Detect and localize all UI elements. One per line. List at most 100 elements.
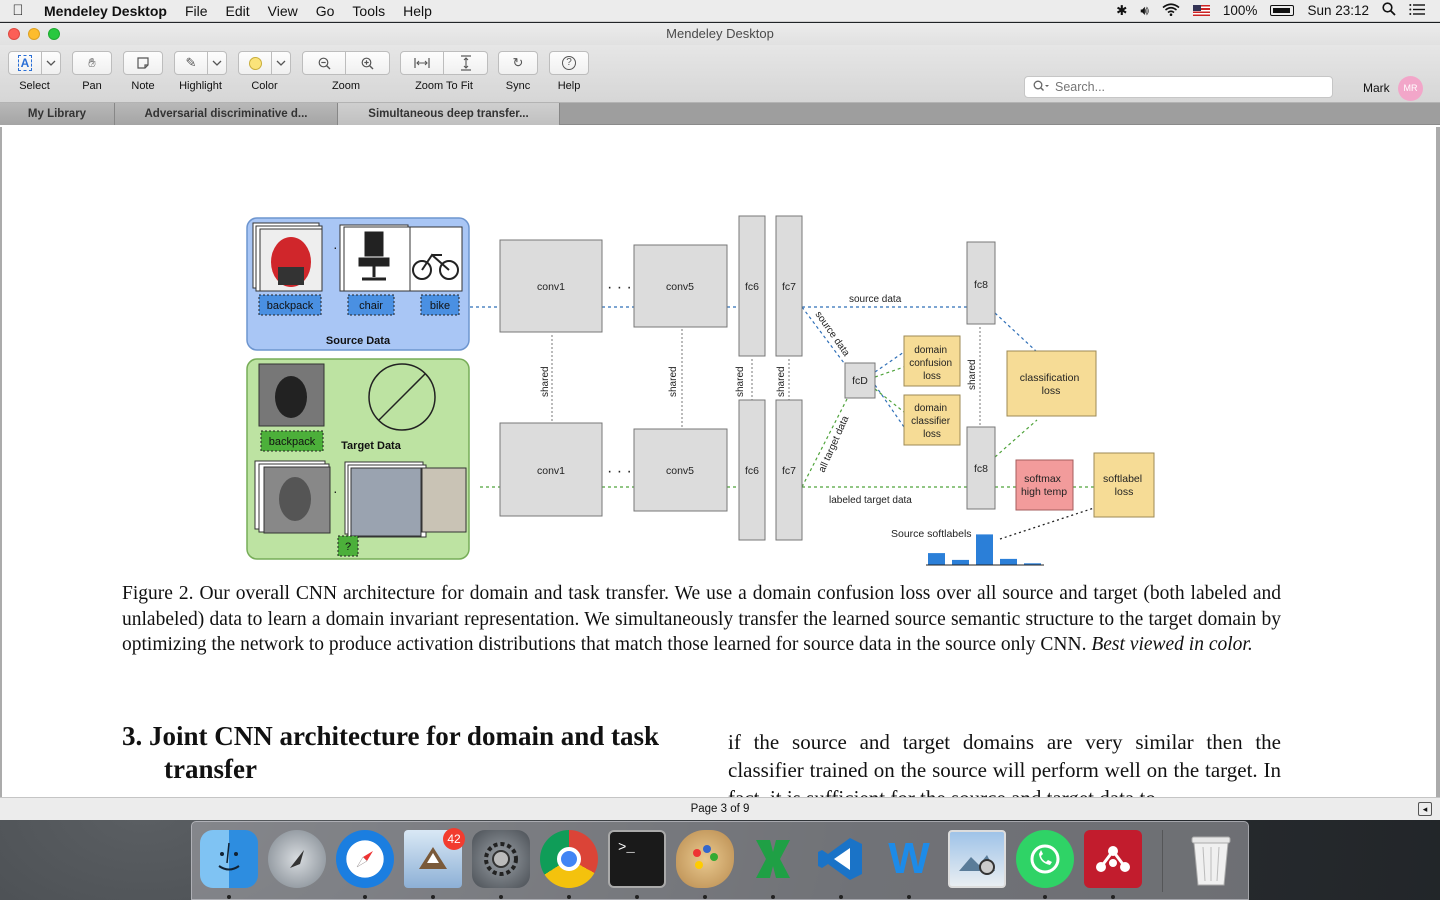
paintbrush-icon[interactable]: [676, 830, 734, 888]
fit-width-icon[interactable]: [400, 51, 444, 75]
tab-simultaneous-deep-transfer[interactable]: Simultaneous deep transfer...: [338, 103, 560, 125]
backpack-target-label: backpack: [269, 436, 316, 448]
sync-icon[interactable]: ↻: [498, 51, 538, 75]
maximize-window-button[interactable]: [48, 28, 60, 40]
bike-source-image: [409, 226, 463, 292]
app-menu[interactable]: Mendeley Desktop: [36, 3, 176, 19]
sync-tool[interactable]: ↻ Sync: [498, 51, 538, 92]
system-preferences-running-indicator: [499, 895, 503, 899]
avatar[interactable]: MR: [1398, 76, 1423, 101]
section-heading-line1: 3. Joint CNN architecture for domain and…: [122, 721, 660, 751]
sync-label: Sync: [505, 80, 531, 92]
fc8-source-label: fc8: [974, 279, 988, 291]
excel-running-indicator: [771, 895, 775, 899]
trash-icon[interactable]: [1182, 830, 1240, 888]
help-icon[interactable]: ?: [549, 51, 589, 75]
volume-icon[interactable]: 🔊︎: [1140, 3, 1149, 19]
shared-label-fc8: shared: [967, 359, 978, 390]
menu-tools[interactable]: Tools: [343, 3, 394, 19]
battery-icon[interactable]: [1270, 5, 1295, 16]
sidebar-toggle-icon[interactable]: ◂: [1418, 802, 1432, 816]
select-dropdown-chevron-icon[interactable]: [42, 51, 61, 75]
fit-height-icon[interactable]: [444, 51, 488, 75]
menu-view[interactable]: View: [259, 3, 307, 19]
section-heading-line2: transfer: [164, 754, 257, 784]
highlight-tool[interactable]: ✎ Highlight: [174, 51, 227, 92]
softlabel-bar: [1000, 558, 1017, 565]
menu-go[interactable]: Go: [307, 3, 344, 19]
zoom-in-icon[interactable]: [346, 51, 390, 75]
vscode-running-indicator: [839, 895, 843, 899]
whatsapp-icon[interactable]: [1016, 830, 1074, 888]
input-source-flag-icon[interactable]: [1192, 5, 1210, 16]
terminal-icon[interactable]: >_: [608, 830, 666, 888]
highlighter-icon[interactable]: ✎: [174, 51, 208, 75]
figure-2-architecture-diagram: · · · backpack chair bike Source Data: [246, 215, 1155, 566]
chrome-icon[interactable]: [540, 830, 598, 888]
conv-ellipsis-target: · · ·: [607, 463, 632, 480]
fc6-target-label: fc6: [745, 465, 759, 477]
bluetooth-icon[interactable]: ✱: [1116, 3, 1127, 19]
search-input[interactable]: [1055, 80, 1305, 94]
menu-file[interactable]: File: [176, 3, 217, 19]
select-label: Select: [19, 80, 50, 92]
help-tool[interactable]: ? Help: [549, 51, 589, 92]
source-softlabels-label: Source softlabels: [891, 528, 972, 540]
system-preferences-icon[interactable]: [472, 830, 530, 888]
search-field[interactable]: [1024, 76, 1333, 98]
zoom-out-icon[interactable]: [302, 51, 346, 75]
highlight-dropdown-chevron-icon[interactable]: [208, 51, 227, 75]
pdf-page: · · · backpack chair bike Source Data: [2, 127, 1436, 797]
chrome-running-indicator: [567, 895, 571, 899]
target-data-title: Target Data: [341, 440, 402, 452]
battery-percent[interactable]: 100%: [1223, 3, 1258, 18]
fc6-source-label: fc6: [745, 281, 759, 293]
conv5-target-label: conv5: [666, 465, 694, 477]
excel-icon[interactable]: [744, 830, 802, 888]
pan-label: Pan: [82, 80, 102, 92]
conv5-source-label: conv5: [666, 281, 694, 293]
tab-my-library[interactable]: My Library: [0, 103, 115, 125]
zoom-label: Zoom: [331, 80, 361, 92]
select-text-icon[interactable]: A: [8, 51, 42, 75]
close-window-button[interactable]: [8, 28, 20, 40]
hand-icon[interactable]: ✋︎: [72, 51, 112, 75]
note-tool[interactable]: Note: [123, 51, 163, 92]
tab-adversarial-discriminative[interactable]: Adversarial discriminative d...: [115, 103, 338, 125]
menu-help[interactable]: Help: [394, 3, 441, 19]
pan-tool[interactable]: ✋︎ Pan: [72, 51, 112, 92]
user-name[interactable]: Mark: [1363, 81, 1390, 95]
dock-separator: [1162, 830, 1163, 892]
help-label: Help: [557, 80, 581, 92]
whatsapp-running-indicator: [1043, 895, 1047, 899]
clock[interactable]: Sun 23:12: [1307, 3, 1369, 18]
menu-edit[interactable]: Edit: [217, 3, 259, 19]
mail-badge: 42: [443, 828, 465, 850]
finder-icon[interactable]: [200, 830, 258, 888]
safari-icon[interactable]: [336, 830, 394, 888]
note-label: Note: [131, 80, 155, 92]
wifi-icon[interactable]: [1162, 2, 1180, 19]
source-data-diagonal-label: source data: [813, 309, 852, 358]
preview-icon[interactable]: [948, 830, 1006, 888]
shared-label-conv1: shared: [540, 366, 551, 397]
select-tool[interactable]: A Select: [8, 51, 61, 92]
document-viewer[interactable]: · · · backpack chair bike Source Data: [0, 127, 1440, 797]
color-dropdown-chevron-icon[interactable]: [272, 51, 291, 75]
word-icon[interactable]: W: [880, 830, 938, 888]
softlabel-bar: [928, 553, 945, 565]
color-swatch-icon[interactable]: [238, 51, 272, 75]
all-target-data-label: all target data: [817, 414, 852, 474]
finder-running-indicator: [227, 895, 231, 899]
mendeley-icon[interactable]: [1084, 830, 1142, 888]
launchpad-icon[interactable]: [268, 830, 326, 888]
notification-center-icon[interactable]: [1409, 3, 1426, 19]
minimize-window-button[interactable]: [28, 28, 40, 40]
visual-studio-code-icon[interactable]: [812, 830, 870, 888]
body-paragraph: if the source and target domains are ver…: [728, 730, 1281, 797]
sticky-note-icon[interactable]: [123, 51, 163, 75]
apple-menu-icon[interactable]: : [0, 2, 36, 19]
shared-label-fc7: shared: [776, 366, 787, 397]
color-tool[interactable]: Color: [238, 51, 291, 92]
spotlight-icon[interactable]: [1382, 2, 1396, 19]
